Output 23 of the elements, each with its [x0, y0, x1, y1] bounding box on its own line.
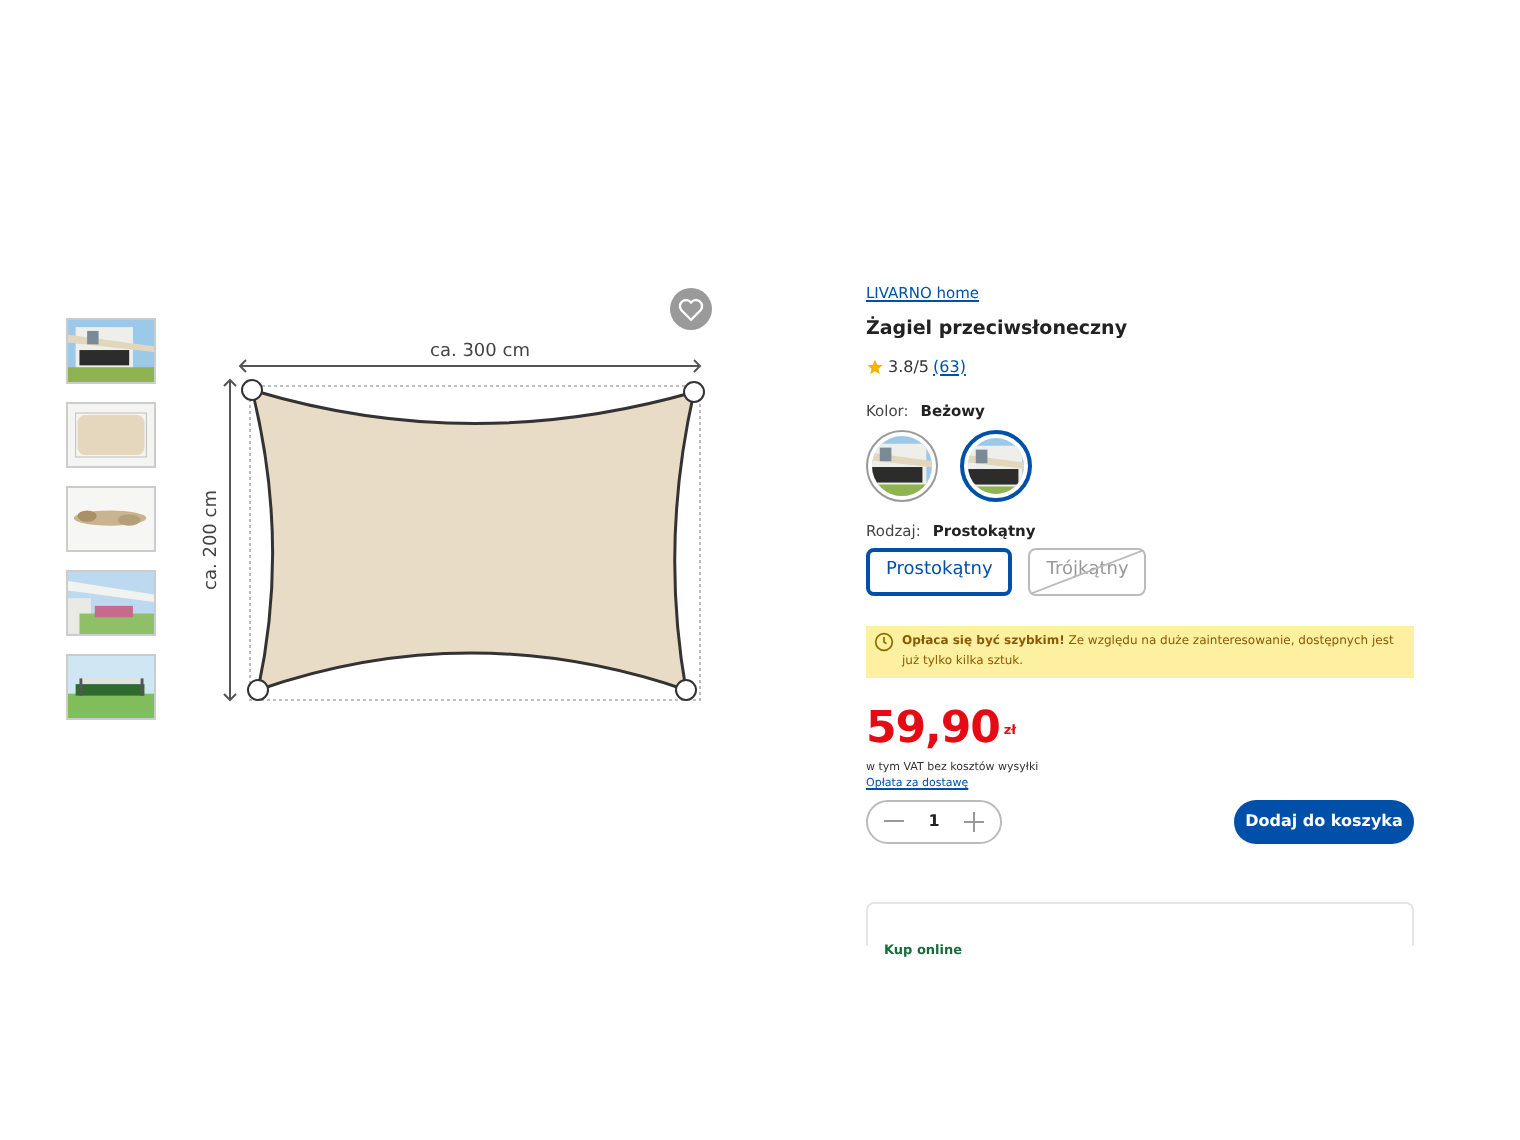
add-to-cart-button[interactable]: Dodaj do koszyka [1234, 799, 1414, 843]
color-swatch[interactable] [866, 429, 938, 502]
price: 59,90 [866, 706, 1000, 754]
type-option[interactable]: Prostokątny [866, 548, 1013, 596]
favorite-button[interactable] [670, 288, 712, 330]
thumbnail[interactable] [66, 402, 156, 468]
minus-icon[interactable] [884, 819, 904, 823]
reviews-link[interactable]: (63) [933, 355, 966, 379]
quantity-value[interactable]: 1 [928, 809, 940, 833]
plus-icon[interactable] [963, 811, 984, 831]
heart-icon [678, 297, 704, 321]
rating-value: 3.8/5 [888, 355, 930, 379]
thumbnail[interactable] [66, 318, 156, 384]
height-label: ca. 200 cm [202, 490, 222, 590]
clock-icon [874, 632, 894, 652]
color-swatch[interactable] [960, 429, 1032, 502]
star-icon [866, 358, 884, 376]
thumbnail[interactable] [66, 654, 156, 720]
thumbnail[interactable] [66, 486, 156, 552]
thumbnail[interactable] [66, 570, 156, 636]
product-title: Żagiel przeciwsłoneczny [866, 316, 1130, 345]
quantity-stepper[interactable]: 1 [866, 799, 1002, 843]
width-label: ca. 300 cm [430, 342, 530, 362]
